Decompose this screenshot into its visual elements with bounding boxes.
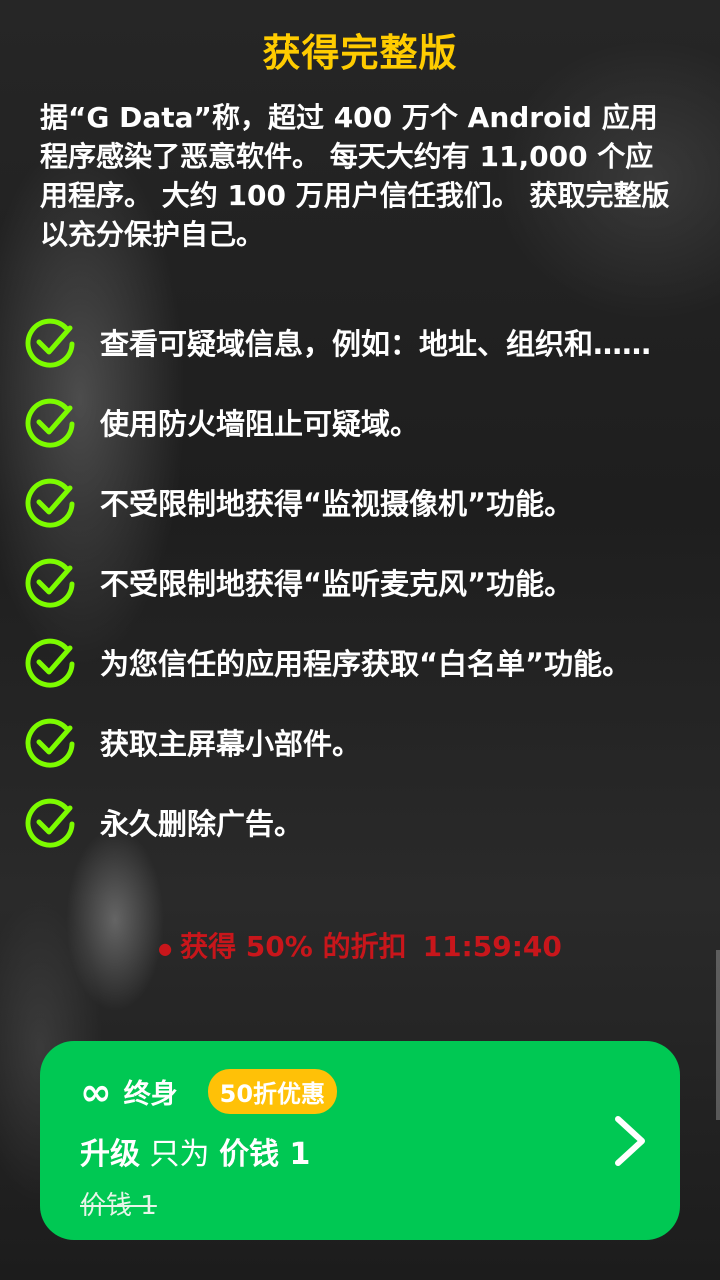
- discount-timer: ● 获得 50% 的折扣 11:59:40: [0, 925, 720, 965]
- feature-label: 查看可疑域信息，例如：地址、组织和……: [100, 327, 652, 361]
- feature-item: 获取主屏幕小部件。: [22, 702, 712, 782]
- check-circle-icon: [25, 558, 75, 608]
- feature-item: 不受限制地获得“监视摄像机”功能。: [22, 462, 712, 542]
- feature-item: 为您信任的应用程序获取“白名单”功能。: [22, 622, 712, 702]
- discount-badge: 50折优惠: [207, 1069, 338, 1114]
- price-label: 价钱 1: [219, 1137, 311, 1172]
- discount-label: 获得 50% 的折扣: [180, 930, 407, 963]
- feature-list: 查看可疑域信息，例如：地址、组织和…… 使用防火墙阻止可疑域。 不受限制地获得“…: [22, 302, 712, 862]
- countdown: 11:59:40: [422, 930, 562, 963]
- old-price: 价钱 1: [80, 1191, 157, 1221]
- check-circle-icon: [25, 398, 75, 448]
- feature-label: 不受限制地获得“监听麦克风”功能。: [100, 567, 574, 601]
- check-circle-icon: [25, 718, 75, 768]
- upgrade-label: 升级: [80, 1137, 140, 1172]
- timer-dot-icon: ●: [158, 938, 173, 958]
- infinity-icon: ∞: [80, 1069, 112, 1114]
- check-circle-icon: [25, 478, 75, 528]
- feature-item: 查看可疑域信息，例如：地址、组织和……: [22, 302, 712, 382]
- check-circle-icon: [25, 638, 75, 688]
- feature-item: 使用防火墙阻止可疑域。: [22, 382, 712, 462]
- feature-item: 永久删除广告。: [22, 782, 712, 862]
- intro-text: 据“G Data”称，超过 400 万个 Android 应用程序感染了恶意软件…: [40, 101, 670, 251]
- feature-label: 获取主屏幕小部件。: [100, 727, 362, 761]
- check-circle-icon: [25, 798, 75, 848]
- feature-item: 不受限制地获得“监听麦克风”功能。: [22, 542, 712, 622]
- feature-label: 为您信任的应用程序获取“白名单”功能。: [100, 647, 632, 681]
- plan-row: ∞ 终身 50折优惠: [80, 1069, 338, 1114]
- price-row: 升级 只为 价钱 1: [80, 1129, 310, 1173]
- feature-label: 使用防火墙阻止可疑域。: [100, 407, 420, 441]
- feature-label: 永久删除广告。: [100, 807, 304, 841]
- upgrade-button[interactable]: ∞ 终身 50折优惠 升级 只为 价钱 1 价钱 1: [40, 1041, 680, 1240]
- plan-label: 终身: [123, 1079, 178, 1110]
- page-title: 获得完整版: [262, 31, 458, 75]
- check-circle-icon: [25, 318, 75, 368]
- scroll-edge: [716, 950, 720, 1120]
- chevron-right-icon: [615, 1116, 645, 1166]
- feature-label: 不受限制地获得“监视摄像机”功能。: [100, 487, 574, 521]
- only-for-label: 只为: [149, 1137, 210, 1172]
